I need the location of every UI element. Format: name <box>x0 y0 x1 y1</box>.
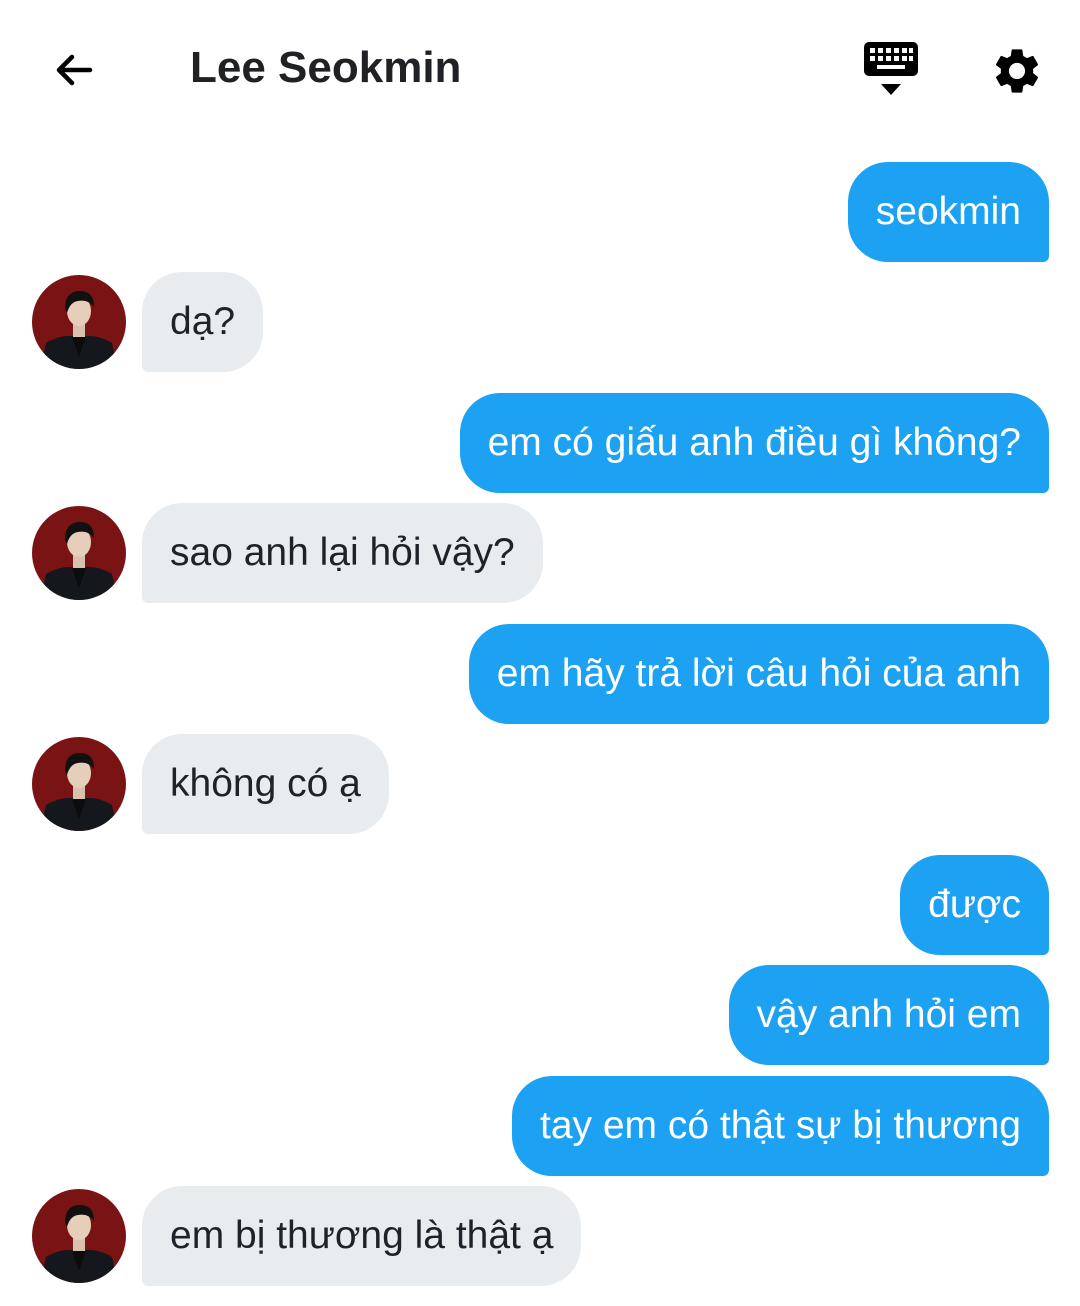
avatar-image <box>32 1189 126 1283</box>
message-row-received: sao anh lại hỏi vậy? <box>0 503 1080 603</box>
message-text: em có giấu anh điều gì không? <box>487 421 1021 464</box>
message-row-received: em bị thương là thật ạ <box>0 1186 1080 1286</box>
received-message-bubble[interactable]: dạ? <box>142 272 264 372</box>
message-text: không có ạ <box>170 762 361 805</box>
message-row-sent: tay em có thật sự bị thương <box>0 1076 1080 1176</box>
received-message-bubble[interactable]: em bị thương là thật ạ <box>142 1186 582 1286</box>
message-text: vậy anh hỏi em <box>756 993 1022 1036</box>
message-text: dạ? <box>170 300 236 343</box>
message-text: tay em có thật sự bị thương <box>539 1104 1021 1147</box>
avatar[interactable] <box>32 1189 126 1283</box>
sent-message-bubble[interactable]: được <box>900 855 1049 955</box>
message-row-received: không có ạ <box>0 734 1080 834</box>
keyboard-hide-icon <box>864 42 918 95</box>
avatar[interactable] <box>32 275 126 369</box>
message-text: được <box>928 883 1021 926</box>
avatar-image <box>32 506 126 600</box>
chat-header: Lee Seokmin <box>0 0 1080 140</box>
avatar-image <box>32 275 126 369</box>
message-row-sent: em có giấu anh điều gì không? <box>0 393 1080 493</box>
sent-message-bubble[interactable]: tay em có thật sự bị thương <box>511 1076 1049 1176</box>
keyboard-toggle-button[interactable] <box>858 38 924 104</box>
settings-button[interactable] <box>986 40 1048 102</box>
sent-message-bubble[interactable]: seokmin <box>847 162 1049 262</box>
received-message-bubble[interactable]: không có ạ <box>142 734 389 834</box>
message-row-sent: em hãy trả lời câu hỏi của anh <box>0 624 1080 724</box>
message-text: seokmin <box>875 190 1021 233</box>
sent-message-bubble[interactable]: vậy anh hỏi em <box>728 965 1049 1065</box>
message-text: em bị thương là thật ạ <box>170 1214 554 1257</box>
back-button[interactable] <box>44 40 104 100</box>
message-text: em hãy trả lời câu hỏi của anh <box>496 652 1021 695</box>
message-row-sent: được <box>0 855 1080 955</box>
conversation-title: Lee Seokmin <box>190 43 462 92</box>
message-text: sao anh lại hỏi vậy? <box>170 531 515 574</box>
gear-icon <box>995 49 1039 93</box>
sent-message-bubble[interactable]: em có giấu anh điều gì không? <box>459 393 1049 493</box>
arrow-left-icon <box>56 54 93 86</box>
sent-message-bubble[interactable]: em hãy trả lời câu hỏi của anh <box>468 624 1049 724</box>
message-row-received: dạ? <box>0 272 1080 372</box>
message-row-sent: seokmin <box>0 162 1080 262</box>
avatar[interactable] <box>32 737 126 831</box>
message-row-sent: vậy anh hỏi em <box>0 965 1080 1065</box>
received-message-bubble[interactable]: sao anh lại hỏi vậy? <box>142 503 543 603</box>
avatar[interactable] <box>32 506 126 600</box>
avatar-image <box>32 737 126 831</box>
